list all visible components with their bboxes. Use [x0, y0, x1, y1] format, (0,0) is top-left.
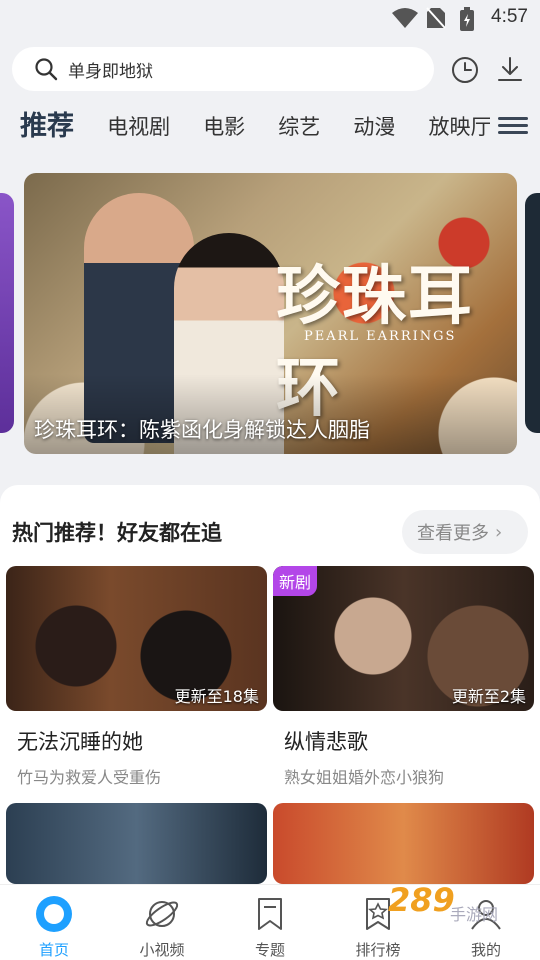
show-card[interactable]: 更新至18集 无法沉睡的她 竹马为救爱人受重伤 [6, 566, 267, 788]
status-bar: 4:57 [0, 0, 540, 36]
download-icon[interactable] [495, 55, 525, 85]
view-more-button[interactable]: 查看更多 › [402, 510, 528, 554]
banner-caption: 珍珠耳环：陈紫函化身解锁达人胭脂 [34, 418, 370, 442]
nav-label: 首页 [38, 941, 69, 959]
nav-label: 排行榜 [355, 941, 401, 959]
banner-logo-en: PEARL EARRINGS [304, 329, 457, 344]
view-more-label: 查看更多 [417, 523, 489, 544]
history-icon[interactable] [450, 55, 480, 85]
nav-topics[interactable]: 专题 [216, 885, 324, 960]
clock: 4:57 [491, 6, 528, 27]
show-subtitle: 竹马为救爱人受重伤 [17, 768, 162, 787]
tab-tv-series[interactable]: 电视剧 [107, 100, 170, 154]
search-input[interactable]: 单身即地狱 [12, 47, 434, 91]
tab-recommend[interactable]: 推荐 [20, 100, 74, 154]
wifi-icon [392, 8, 418, 28]
search-query: 单身即地狱 [68, 61, 153, 82]
chevron-right-icon: › [495, 521, 503, 543]
home-icon [36, 896, 72, 932]
nav-label: 专题 [254, 941, 285, 959]
section-title: 热门推荐！好友都在追 [12, 521, 222, 545]
tab-movies[interactable]: 电影 [203, 100, 245, 154]
bookmark-icon [258, 898, 282, 930]
battery-icon [460, 7, 474, 31]
nav-label: 我的 [470, 941, 501, 959]
nav-ranking[interactable]: 排行榜 [324, 885, 432, 960]
show-card[interactable] [6, 803, 267, 884]
bottom-nav: 首页 小视频 专题 排行榜 我的 [0, 884, 540, 960]
show-card[interactable]: 新剧 更新至2集 纵情悲歌 熟女姐姐婚外恋小狼狗 [273, 566, 534, 788]
show-subtitle: 熟女姐姐婚外恋小狼狗 [284, 768, 445, 787]
banner-next-slide[interactable] [525, 193, 540, 433]
show-title: 纵情悲歌 [284, 730, 368, 754]
nav-home[interactable]: 首页 [0, 885, 108, 960]
nav-label: 小视频 [139, 941, 185, 959]
category-tabs: 推荐 电视剧 电影 综艺 动漫 放映厅 [20, 100, 490, 154]
new-badge: 新剧 [273, 566, 318, 596]
episode-update: 更新至2集 [451, 687, 526, 706]
profile-icon [471, 900, 501, 930]
banner-slide[interactable]: 珍珠耳环 PEARL EARRINGS 珍珠耳环：陈紫函化身解锁达人胭脂 [24, 173, 517, 454]
planet-icon [145, 901, 179, 927]
search-icon [35, 58, 58, 81]
tab-variety[interactable]: 综艺 [278, 100, 320, 154]
nav-short-video[interactable]: 小视频 [108, 885, 216, 960]
banner-prev-slide[interactable] [0, 193, 14, 433]
menu-icon[interactable] [498, 113, 528, 141]
show-card[interactable] [273, 803, 534, 884]
show-title: 无法沉睡的她 [17, 730, 143, 754]
show-thumbnail: 新剧 更新至2集 [273, 566, 534, 711]
show-thumbnail [6, 803, 267, 884]
no-sim-icon [426, 7, 446, 29]
nav-profile[interactable]: 我的 [432, 885, 540, 960]
show-thumbnail [273, 803, 534, 884]
episode-update: 更新至18集 [174, 687, 259, 706]
tab-screening-hall[interactable]: 放映厅 [428, 100, 490, 154]
show-thumbnail: 更新至18集 [6, 566, 267, 711]
tab-anime[interactable]: 动漫 [353, 100, 395, 154]
ranking-icon [366, 898, 390, 930]
